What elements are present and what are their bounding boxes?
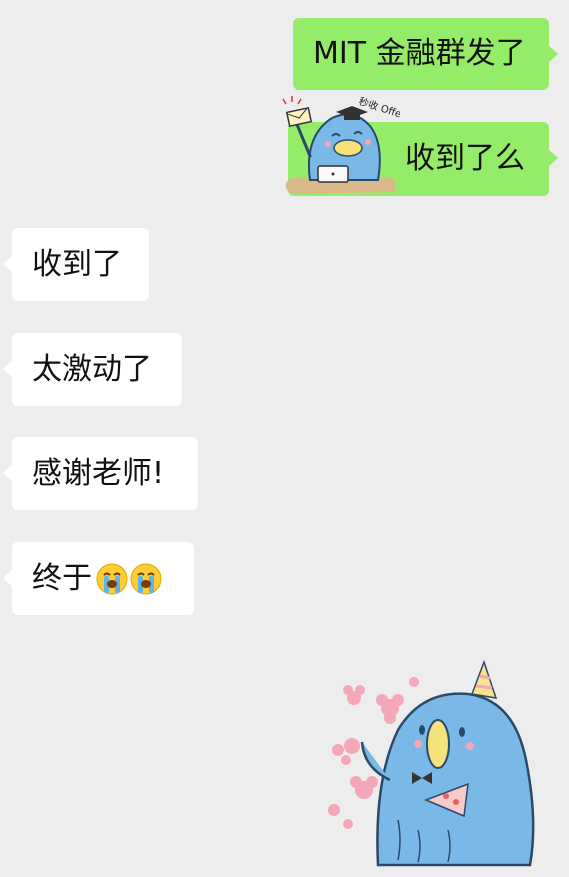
message-text: 太激动了 xyxy=(32,351,152,387)
message-bubble-incoming[interactable]: 太激动了 xyxy=(3,333,182,406)
message-bubble-incoming[interactable]: 收到了 xyxy=(3,228,149,301)
chat-window: MIT 金融群发了 收到了么 秒收 Offer 收到了 太激动了 感谢老师! 终… xyxy=(0,0,569,877)
message-text: 收到了 xyxy=(32,246,122,282)
message-bubble-outgoing[interactable]: MIT 金融群发了 xyxy=(293,18,558,90)
sparkle-icon xyxy=(282,96,302,105)
offer-sticker[interactable]: 秒收 Offer xyxy=(280,96,400,200)
cheek-left xyxy=(325,141,331,147)
message-text: 终于 xyxy=(32,560,92,596)
loudly-crying-face-icon xyxy=(130,563,162,594)
sticker-caption: 秒收 Offer xyxy=(357,96,400,122)
letter-icon xyxy=(285,106,313,128)
message-text: 感谢老师! xyxy=(32,455,165,491)
penguin-body xyxy=(376,692,535,867)
message-text: 收到了么 xyxy=(405,141,525,176)
loudly-crying-face-icon xyxy=(96,563,128,594)
penguin-beak xyxy=(333,139,363,157)
message-bubble-incoming[interactable]: 终于 xyxy=(3,542,194,615)
party-penguin-sticker[interactable] xyxy=(318,660,558,870)
cheek-right xyxy=(365,139,371,145)
message-bubble-incoming[interactable]: 感谢老师! xyxy=(3,437,198,510)
party-hat-icon xyxy=(470,660,498,699)
message-text: MIT 金融群发了 xyxy=(313,36,526,71)
penguin-beak xyxy=(426,719,450,769)
penguin-arm xyxy=(294,120,312,158)
